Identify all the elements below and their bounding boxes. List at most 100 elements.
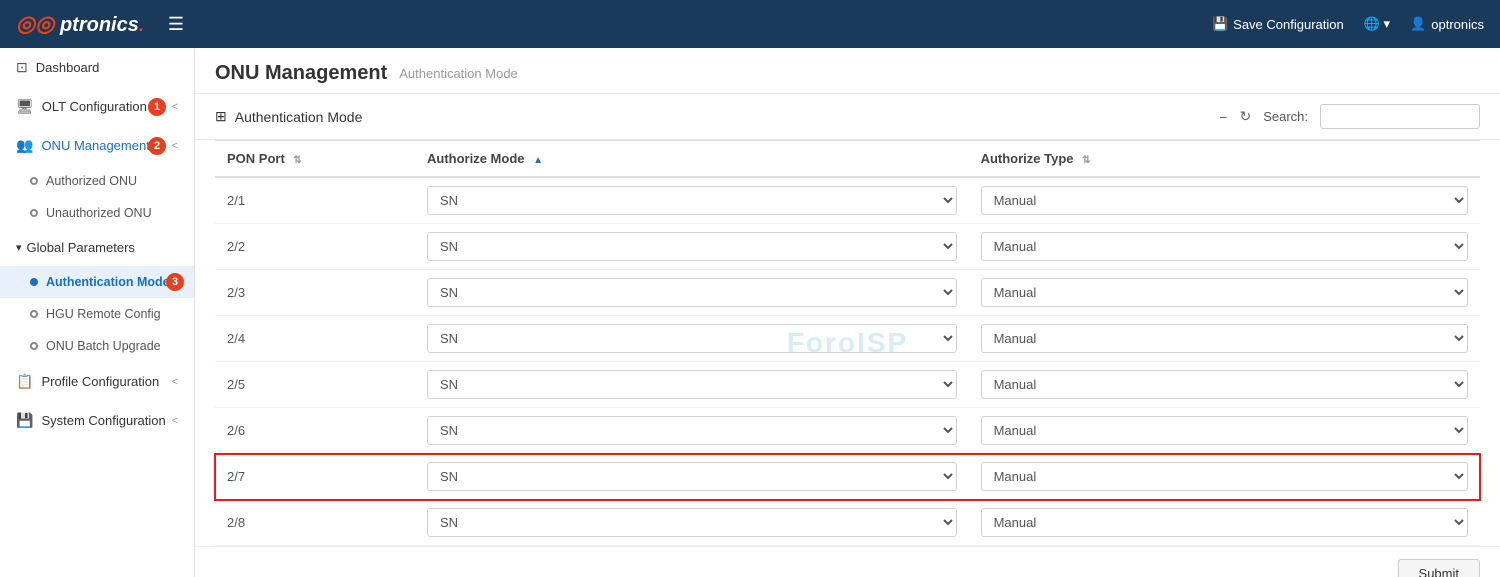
sidebar-item-onu-management[interactable]: 👥 ONU Management 2 <: [0, 126, 194, 165]
page-title: ONU Management: [215, 62, 387, 85]
authorize-type-sort-icon[interactable]: ⇅: [1082, 155, 1090, 166]
onu-icon: 👥: [16, 137, 33, 154]
authorize-type-cell-4[interactable]: ManualAuto: [969, 362, 1480, 408]
pon-port-cell-0: 2/1: [215, 177, 415, 224]
authorize-mode-sort-icon[interactable]: ▲: [533, 155, 543, 166]
authorize-mode-select-1[interactable]: SNPasswordSN+Password: [427, 232, 957, 261]
refresh-action-icon[interactable]: ↻: [1239, 108, 1251, 125]
authorize-type-cell-2[interactable]: ManualAuto: [969, 270, 1480, 316]
authorize-type-select-7[interactable]: ManualAuto: [981, 508, 1468, 537]
pon-port-cell-2: 2/3: [215, 270, 415, 316]
authorize-type-select-1[interactable]: ManualAuto: [981, 232, 1468, 261]
authorize-mode-cell-6[interactable]: SNPasswordSN+Password: [415, 454, 969, 500]
sidebar: ⊡ Dashboard 🖥 OLT Configuration 1 < 👥 ON…: [0, 48, 195, 577]
col-header-authorize-type[interactable]: Authorize Type ⇅: [969, 141, 1480, 178]
authorize-type-select-4[interactable]: ManualAuto: [981, 370, 1468, 399]
authorize-mode-cell-5[interactable]: SNPasswordSN+Password: [415, 408, 969, 454]
user-icon: 👤: [1410, 16, 1426, 32]
authorize-mode-select-4[interactable]: SNPasswordSN+Password: [427, 370, 957, 399]
col-header-pon-port[interactable]: PON Port ⇅: [215, 141, 415, 178]
save-config-label: Save Configuration: [1233, 17, 1344, 32]
sidebar-item-onu-batch-upgrade[interactable]: ONU Batch Upgrade: [0, 330, 194, 362]
authorize-mode-select-3[interactable]: SNPasswordSN+Password: [427, 324, 957, 353]
sidebar-item-olt-config[interactable]: 🖥 OLT Configuration 1 <: [0, 87, 194, 126]
authorize-mode-cell-2[interactable]: SNPasswordSN+Password: [415, 270, 969, 316]
authorize-mode-select-5[interactable]: SNPasswordSN+Password: [427, 416, 957, 445]
authorize-mode-select-2[interactable]: SNPasswordSN+Password: [427, 278, 957, 307]
authorize-mode-cell-7[interactable]: SNPasswordSN+Password: [415, 500, 969, 546]
sidebar-item-global-params[interactable]: ▾ Global Parameters: [0, 229, 194, 266]
table-container: ForoISP PON Port ⇅ Authorize Mode ▲: [215, 140, 1480, 546]
globe-icon[interactable]: 🌐 ▾: [1364, 16, 1390, 32]
sidebar-item-authorized-onu[interactable]: Authorized ONU: [0, 165, 194, 197]
search-input[interactable]: [1320, 104, 1480, 129]
table-wrapper: ForoISP PON Port ⇅ Authorize Mode ▲: [195, 140, 1500, 546]
submit-row: Submit: [195, 546, 1500, 577]
sidebar-item-dashboard[interactable]: ⊡ Dashboard: [0, 48, 194, 87]
table-row: 2/2SNPasswordSN+PasswordManualAuto: [215, 224, 1480, 270]
auth-mode-table: PON Port ⇅ Authorize Mode ▲ Authorize Ty…: [215, 140, 1480, 546]
sidebar-item-authentication-mode[interactable]: Authentication Mode 3: [0, 266, 194, 298]
batch-upgrade-label: ONU Batch Upgrade: [46, 339, 161, 353]
minus-action-icon[interactable]: −: [1219, 109, 1227, 125]
section-title-text: Authentication Mode: [235, 109, 363, 125]
submit-button[interactable]: Submit: [1398, 559, 1480, 577]
authorize-mode-cell-0[interactable]: SNPasswordSN+Password: [415, 177, 969, 224]
authorize-mode-select-0[interactable]: SNPasswordSN+Password: [427, 186, 957, 215]
authorize-type-cell-5[interactable]: ManualAuto: [969, 408, 1480, 454]
save-configuration-button[interactable]: 💾 Save Configuration: [1212, 16, 1344, 32]
unauthorized-onu-label: Unauthorized ONU: [46, 206, 152, 220]
sidebar-item-profile-config[interactable]: 📋 Profile Configuration <: [0, 362, 194, 401]
pon-port-sort-icon[interactable]: ⇅: [293, 155, 301, 166]
authorize-type-cell-3[interactable]: ManualAuto: [969, 316, 1480, 362]
table-row: 2/7 SNPasswordSN+Password ManualAuto: [215, 454, 1480, 500]
user-menu[interactable]: 👤 optronics: [1410, 16, 1484, 32]
username-label: optronics: [1431, 17, 1484, 32]
authorize-mode-cell-4[interactable]: SNPasswordSN+Password: [415, 362, 969, 408]
col-header-authorize-mode[interactable]: Authorize Mode ▲: [415, 141, 969, 178]
system-icon: 💾: [16, 412, 33, 429]
section-header: ⊞ Authentication Mode − ↻ Search:: [195, 94, 1500, 140]
authorize-type-select-0[interactable]: ManualAuto: [981, 186, 1468, 215]
sidebar-item-hgu-remote-config[interactable]: HGU Remote Config: [0, 298, 194, 330]
hamburger-icon[interactable]: ☰: [168, 14, 184, 35]
sidebar-label-dashboard: Dashboard: [36, 60, 100, 75]
system-config-chevron: <: [172, 415, 178, 427]
global-params-label: Global Parameters: [27, 240, 135, 255]
pon-port-cell-3: 2/4: [215, 316, 415, 362]
logo: ◎◎ ptronics. ☰: [16, 11, 184, 37]
sidebar-item-system-config[interactable]: 💾 System Configuration <: [0, 401, 194, 440]
sidebar-label-onu: ONU Management: [41, 138, 149, 153]
pon-port-cell-7: 2/8: [215, 500, 415, 546]
topnav-right: 💾 Save Configuration 🌐 ▾ 👤 optronics: [1212, 16, 1484, 32]
batch-upgrade-dot: [30, 342, 38, 350]
dashboard-icon: ⊡: [16, 59, 28, 76]
sidebar-item-unauthorized-onu[interactable]: Unauthorized ONU: [0, 197, 194, 229]
authorize-type-select-2[interactable]: ManualAuto: [981, 278, 1468, 307]
pon-port-cell-6: 2/7: [215, 454, 415, 500]
authorize-mode-select-6[interactable]: SNPasswordSN+Password: [427, 462, 957, 491]
authorize-type-select-3[interactable]: ManualAuto: [981, 324, 1468, 353]
unauthorized-onu-dot: [30, 209, 38, 217]
pon-port-label: PON Port: [227, 151, 285, 166]
auth-mode-badge: 3: [166, 273, 184, 291]
authorize-type-select-5[interactable]: ManualAuto: [981, 416, 1468, 445]
authorize-mode-select-7[interactable]: SNPasswordSN+Password: [427, 508, 957, 537]
authorize-mode-label: Authorize Mode: [427, 151, 525, 166]
authorize-mode-cell-1[interactable]: SNPasswordSN+Password: [415, 224, 969, 270]
olt-icon: 🖥: [16, 98, 34, 115]
authorize-type-cell-1[interactable]: ManualAuto: [969, 224, 1480, 270]
authorize-type-cell-0[interactable]: ManualAuto: [969, 177, 1480, 224]
authorize-type-cell-6[interactable]: ManualAuto: [969, 454, 1480, 500]
hgu-label: HGU Remote Config: [46, 307, 161, 321]
authorize-type-cell-7[interactable]: ManualAuto: [969, 500, 1480, 546]
authorize-mode-cell-3[interactable]: SNPasswordSN+Password: [415, 316, 969, 362]
profile-config-label: Profile Configuration: [41, 374, 159, 389]
onu-chevron: <: [172, 140, 178, 152]
table-row: 2/1 SNPasswordSN+Password ManualAuto: [215, 177, 1480, 224]
auth-mode-dot: [30, 278, 38, 286]
table-row: 2/5SNPasswordSN+PasswordManualAuto: [215, 362, 1480, 408]
authorize-type-select-6[interactable]: ManualAuto: [981, 462, 1468, 491]
app-layout: ⊡ Dashboard 🖥 OLT Configuration 1 < 👥 ON…: [0, 48, 1500, 577]
auth-mode-label: Authentication Mode: [46, 275, 170, 289]
